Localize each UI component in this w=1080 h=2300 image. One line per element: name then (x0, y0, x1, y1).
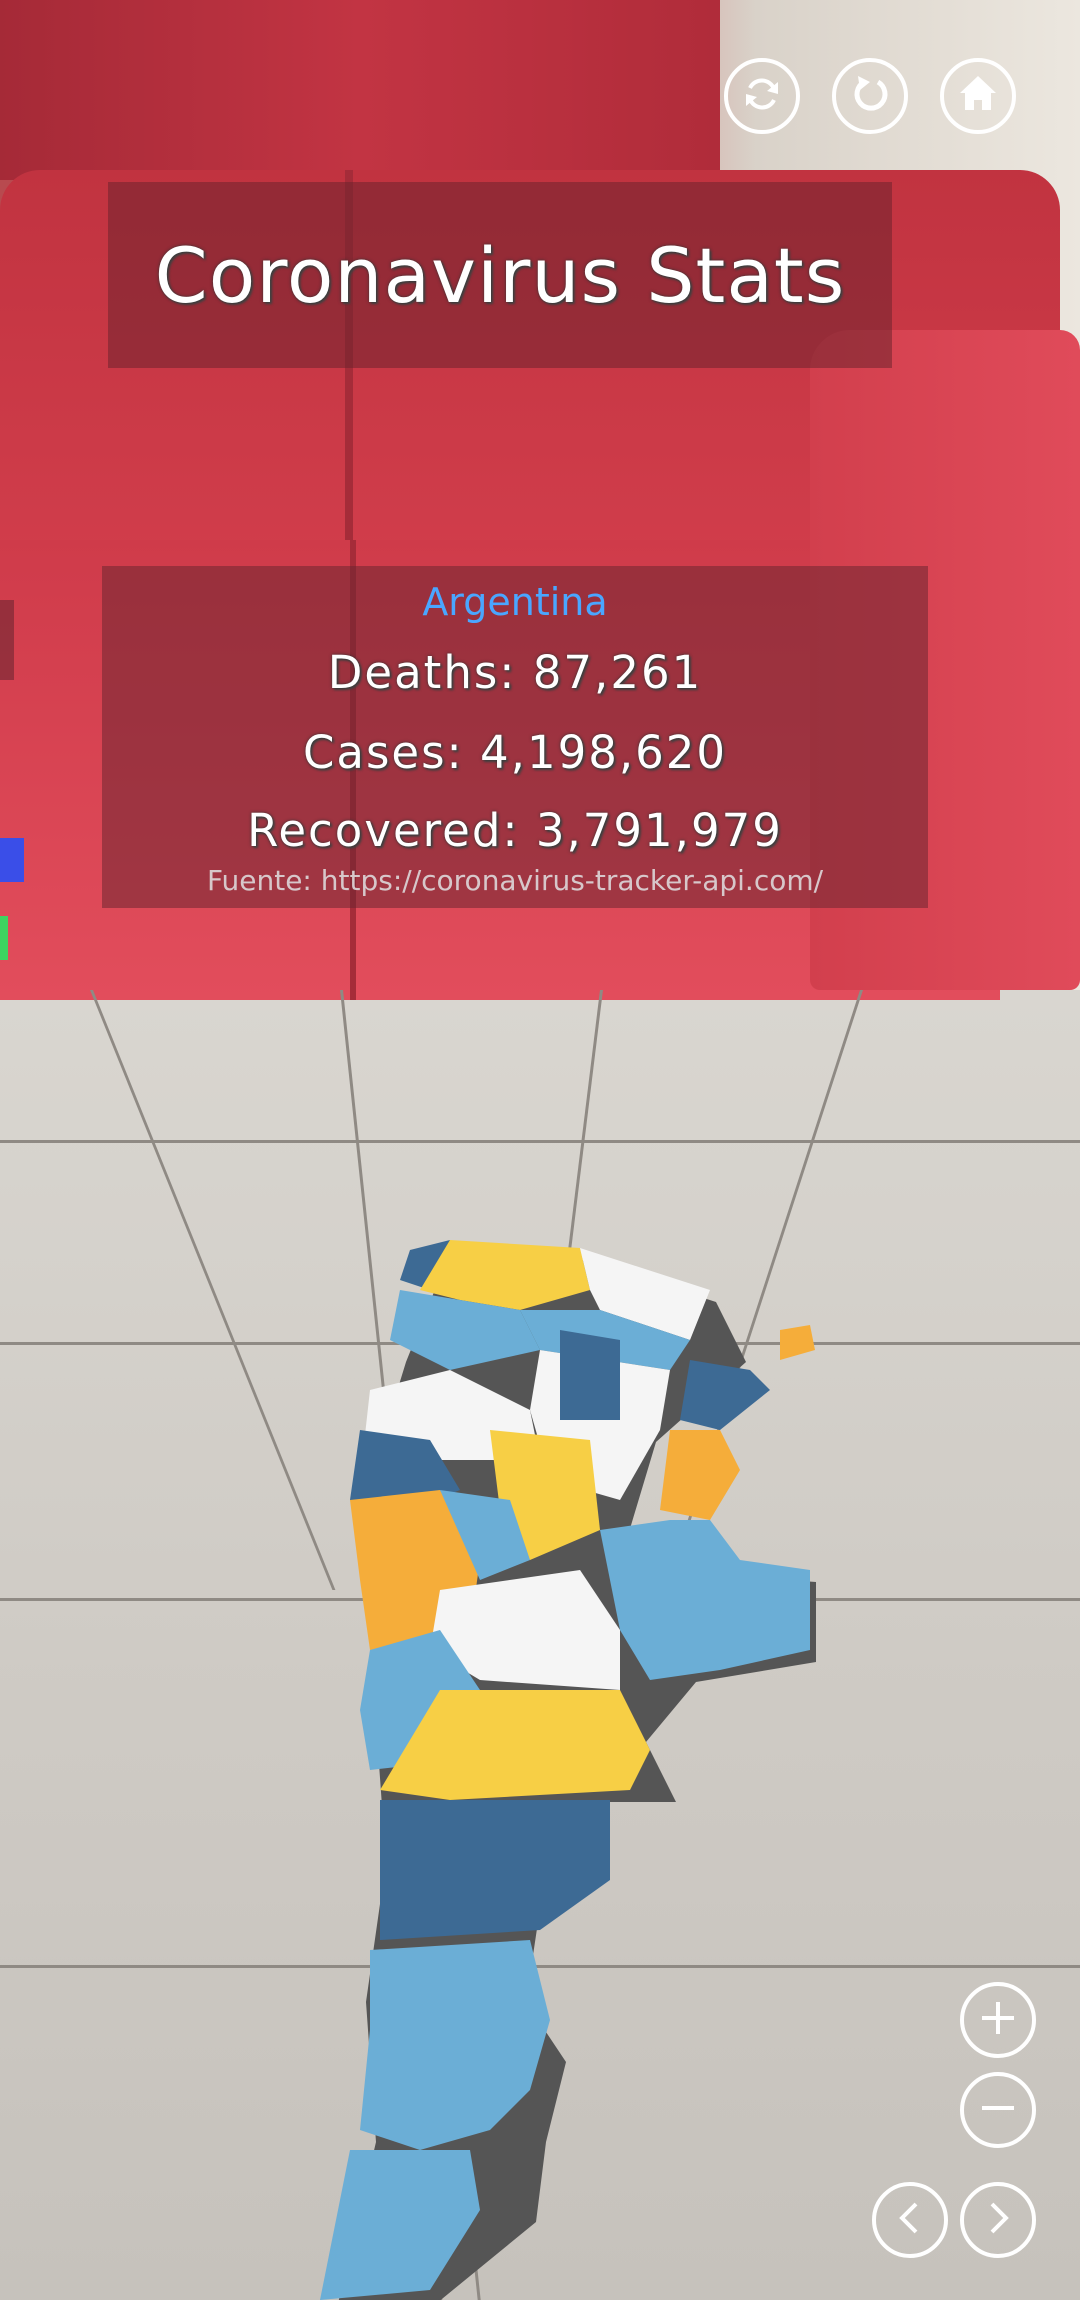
curtain (0, 0, 720, 180)
side-cube (0, 916, 8, 960)
side-cube (0, 838, 24, 882)
deaths-stat: Deaths: 87,261 (327, 646, 703, 699)
cases-stat: Cases: 4,198,620 (302, 726, 728, 779)
province[interactable] (560, 1330, 620, 1420)
previous-button[interactable] (872, 2182, 948, 2258)
side-panel-edge (0, 600, 14, 680)
tile-grout (0, 1140, 1080, 1143)
province[interactable] (680, 1360, 770, 1430)
reset-button[interactable] (832, 58, 908, 134)
refresh-icon (740, 72, 784, 120)
province[interactable] (660, 1430, 740, 1520)
chevron-right-icon (976, 2196, 1020, 2244)
stats-panel: Argentina Deaths: 87,261 Cases: 4,198,62… (102, 566, 928, 908)
home-icon (956, 72, 1000, 120)
next-button[interactable] (960, 2182, 1036, 2258)
plus-icon (976, 1996, 1020, 2044)
page-title: Coronavirus Stats (154, 230, 846, 320)
country-name: Argentina (422, 580, 608, 624)
reset-icon (848, 72, 892, 120)
argentina-3d-map[interactable] (290, 1230, 870, 2300)
minus-icon (976, 2086, 1020, 2134)
home-button[interactable] (940, 58, 1016, 134)
source-link[interactable]: Fuente: https://coronavirus-tracker-api.… (102, 864, 928, 897)
chevron-left-icon (888, 2196, 932, 2244)
title-panel: Coronavirus Stats (108, 182, 892, 368)
zoom-in-button[interactable] (960, 1982, 1036, 2058)
zoom-out-button[interactable] (960, 2072, 1036, 2148)
province[interactable] (780, 1325, 815, 1360)
province[interactable] (380, 1800, 610, 1940)
refresh-button[interactable] (724, 58, 800, 134)
recovered-stat: Recovered: 3,791,979 (247, 804, 783, 857)
